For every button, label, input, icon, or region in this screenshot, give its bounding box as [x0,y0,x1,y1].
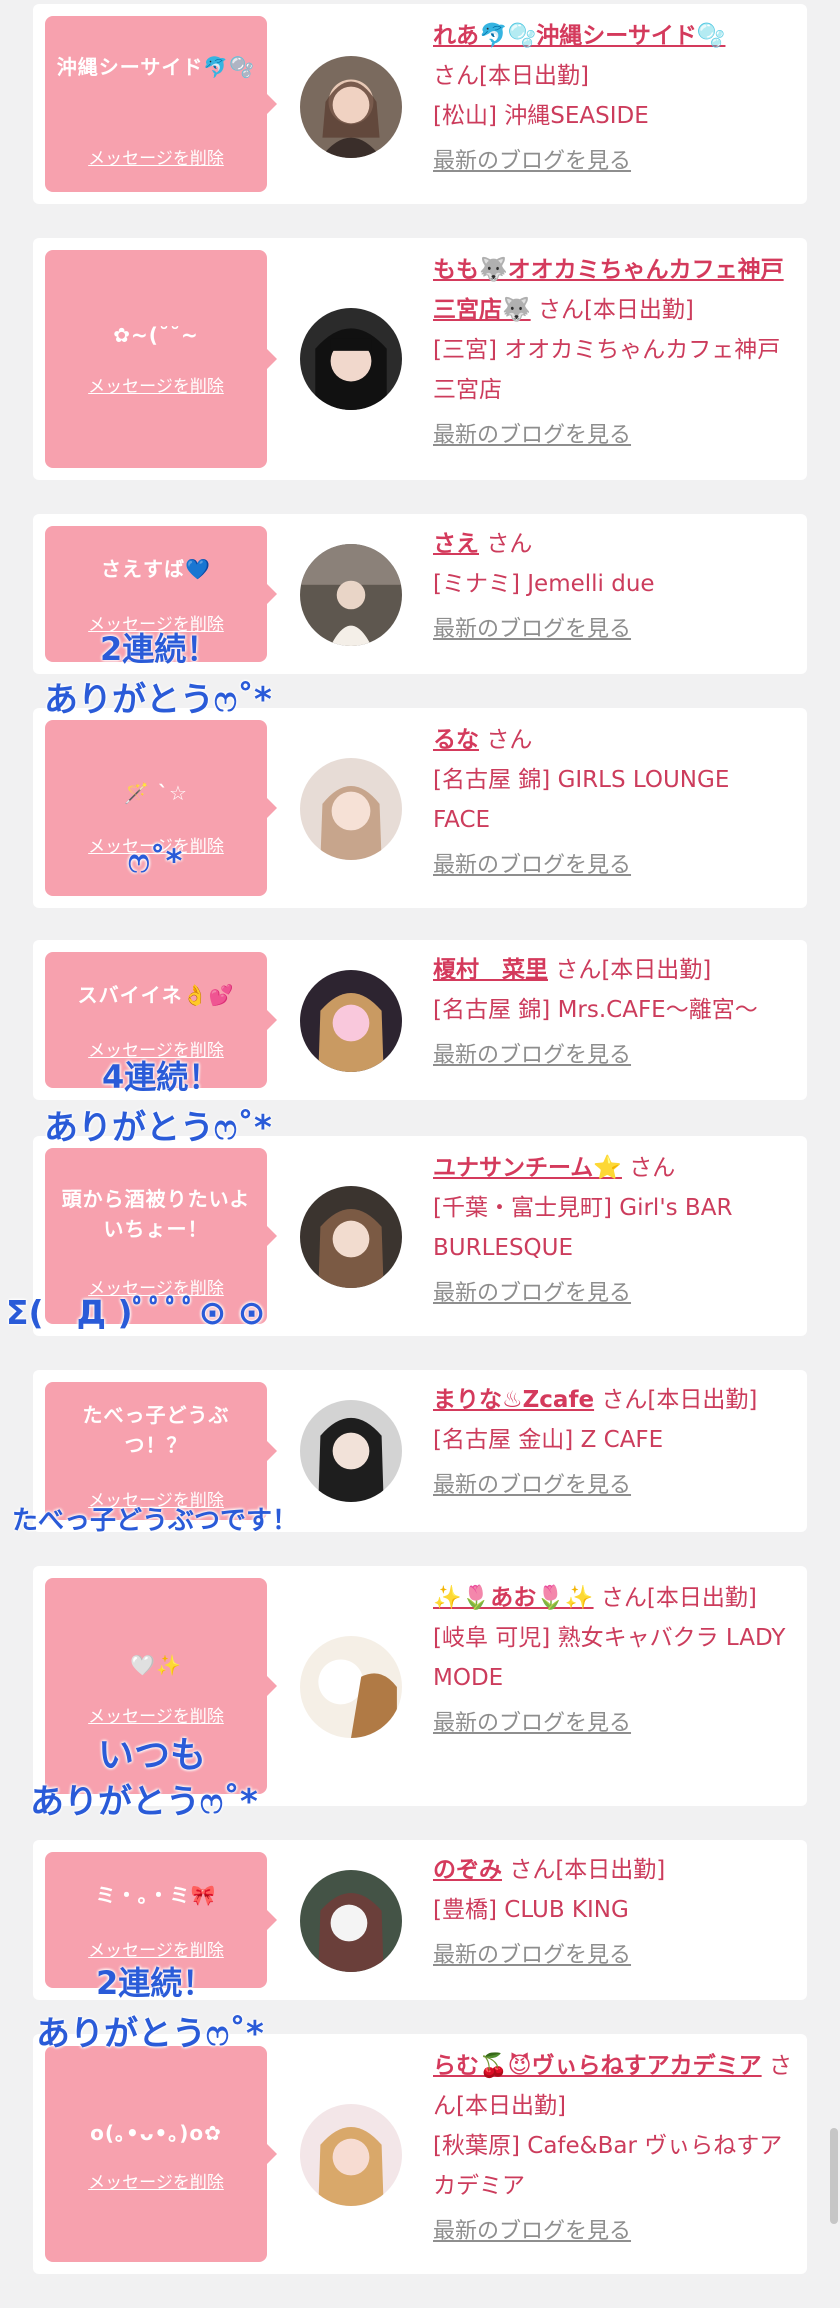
overlay-text: Σ( Д )ﾟﾟﾟﾟ⊙ ⊙ [6,1293,266,1332]
overlay-text: いつも [98,1735,207,1776]
shop-name: [ミナミ] Jemelli due [433,571,655,597]
overlay-text: ありがとうෆ˚* [44,1108,272,1148]
avatar[interactable] [300,758,402,860]
cast-suffix: さん [629,1155,676,1181]
message-bubble: o(｡•ᴗ•｡)o✿ メッセージを削除 [45,2046,277,2262]
shop-name: [名古屋 金山] Z CAFE [433,1427,664,1453]
message-text: 🪄 ˋ☆ [124,781,188,805]
avatar[interactable] [300,308,402,410]
latest-blog-link[interactable]: 最新のブログを見る [433,610,793,650]
cast-name-link[interactable]: ユナサンチーム⭐ [433,1155,622,1181]
message-text: ミ・。・ミ🎀 [95,1883,217,1907]
overlay-text: ありがとうෆ˚* [44,680,272,720]
overlay-text: 4連続！ [102,1058,221,1096]
shop-name: [三宮] オオカミちゃんカフェ神戸三宮店 [433,337,781,403]
latest-blog-link[interactable]: 最新のブログを見る [433,1036,793,1076]
shop-name: [名古屋 錦] GIRLS LOUNGE FACE [433,767,730,833]
cast-name-link[interactable]: 榎村 菜里 [433,957,548,983]
message-bubble: 沖縄シーサイド🐬🫧 メッセージを削除 [45,16,277,192]
avatar[interactable] [300,1186,402,1288]
message-text: さえすば💙 [101,557,211,581]
cast-name-link[interactable]: まりな♨Zcafe [433,1387,594,1413]
latest-blog-link[interactable]: 最新のブログを見る [433,1936,793,1976]
cast-info: ✨🌷あお🌷✨ さん[本日出勤] [岐阜 可児] 熟女キャバクラ LADY MOD… [433,1578,793,1744]
cast-name-link[interactable]: れあ🐬🫧沖縄シーサイド🫧 [433,23,725,49]
latest-blog-link[interactable]: 最新のブログを見る [433,142,793,182]
cast-name-link[interactable]: のぞみ [433,1857,502,1883]
message-text: ✿~(˘˘~ [113,323,199,347]
overlay-text: ありがとうෆ˚* [36,2014,264,2054]
latest-blog-link[interactable]: 最新のブログを見る [433,1466,793,1506]
message-text: o(｡•ᴗ•｡)o✿ [90,2121,222,2145]
cast-info: らむ🍒😈ヴぃらねすアカデミア さん[本日出勤] [秋葉原] Cafe&Bar ヴ… [433,2046,793,2252]
message-card: 沖縄シーサイド🐬🫧 メッセージを削除 れあ🐬🫧沖縄シーサイド🫧 さん[本日出勤]… [33,4,807,204]
latest-blog-link[interactable]: 最新のブログを見る [433,1704,793,1744]
delete-message-link[interactable]: メッセージを削除 [45,1702,267,1727]
cast-name-link[interactable]: るな [433,727,479,753]
cast-info: るな さん [名古屋 錦] GIRLS LOUNGE FACE 最新のブログを見… [433,720,793,886]
cast-suffix: さん[本日出勤] [433,63,589,89]
cast-info: れあ🐬🫧沖縄シーサイド🫧 さん[本日出勤] [松山] 沖縄SEASIDE 最新の… [433,16,793,182]
avatar[interactable] [300,56,402,158]
avatar[interactable] [300,2104,402,2206]
overlay-text: 2連続！ [96,1964,215,2002]
delete-message-link[interactable]: メッセージを削除 [45,372,267,397]
cast-name-link[interactable]: らむ🍒😈ヴぃらねすアカデミア [433,2053,762,2079]
cast-info: まりな♨Zcafe さん[本日出勤] [名古屋 金山] Z CAFE 最新のブロ… [433,1380,793,1506]
avatar[interactable] [300,544,402,646]
cast-name-link[interactable]: さえ [433,531,479,557]
cast-info: 榎村 菜里 さん[本日出勤] [名古屋 錦] Mrs.CAFE〜離宮〜 最新のブ… [433,950,793,1076]
avatar[interactable] [300,1870,402,1972]
message-text: 🤍✨ [130,1653,182,1677]
scrollbar[interactable] [830,2128,838,2224]
message-text: 沖縄シーサイド🐬🫧 [56,55,256,79]
avatar[interactable] [300,970,402,1072]
latest-blog-link[interactable]: 最新のブログを見る [433,416,793,456]
overlay-text: ありがとうෆ˚* [30,1782,258,1822]
shop-name: [岐阜 可児] 熟女キャバクラ LADY MODE [433,1625,786,1691]
cast-name-link[interactable]: ✨🌷あお🌷✨ [433,1585,594,1611]
cast-info: のぞみ さん[本日出勤] [豊橋] CLUB KING 最新のブログを見る [433,1850,793,1976]
latest-blog-link[interactable]: 最新のブログを見る [433,1274,793,1314]
cast-suffix: さん[本日出勤] [600,1585,757,1611]
shop-name: [松山] 沖縄SEASIDE [433,103,649,129]
shop-name: [豊橋] CLUB KING [433,1897,629,1923]
message-bubble: ✿~(˘˘~ メッセージを削除 [45,250,277,468]
shop-name: [千葉・富士見町] Girl's BAR BURLESQUE [433,1195,733,1261]
overlay-text: たべっ子どうぶつです！ [12,1506,299,1536]
cast-info: さえ さん [ミナミ] Jemelli due 最新のブログを見る [433,524,793,650]
message-text: スバイイネ👌💕 [77,983,235,1007]
message-text: 頭から酒被りたいよいちょー！ [61,1187,251,1241]
avatar[interactable] [300,1636,402,1738]
message-card: ✿~(˘˘~ メッセージを削除 もも🐺オオカミちゃんカフェ神戸三宮店🐺 さん[本… [33,238,807,480]
cast-suffix: さん [486,727,533,753]
cast-suffix: さん[本日出勤] [555,957,712,983]
delete-message-link[interactable]: メッセージを削除 [45,2168,267,2193]
latest-blog-link[interactable]: 最新のブログを見る [433,846,793,886]
cast-suffix: さん[本日出勤] [509,1857,666,1883]
shop-name: [秋葉原] Cafe&Bar ヴぃらねすアカデミア [433,2133,783,2199]
overlay-text: 2連続！ [100,630,219,668]
cast-suffix: さん[本日出勤] [601,1387,758,1413]
overlay-text: ෆ˚* [128,842,183,880]
cast-info: ユナサンチーム⭐ さん [千葉・富士見町] Girl's BAR BURLESQ… [433,1148,793,1314]
shop-name: [名古屋 錦] Mrs.CAFE〜離宮〜 [433,997,758,1023]
cast-suffix: さん[本日出勤] [537,297,694,323]
cast-suffix: さん [486,531,533,557]
message-card: o(｡•ᴗ•｡)o✿ メッセージを削除 らむ🍒😈ヴぃらねすアカデミア さん[本日… [33,2034,807,2274]
cast-info: もも🐺オオカミちゃんカフェ神戸三宮店🐺 さん[本日出勤] [三宮] オオカミちゃ… [433,250,793,456]
delete-message-link[interactable]: メッセージを削除 [45,144,267,169]
avatar[interactable] [300,1400,402,1502]
latest-blog-link[interactable]: 最新のブログを見る [433,2212,793,2252]
message-text: たべっ子どうぶつ！？ [82,1403,230,1457]
